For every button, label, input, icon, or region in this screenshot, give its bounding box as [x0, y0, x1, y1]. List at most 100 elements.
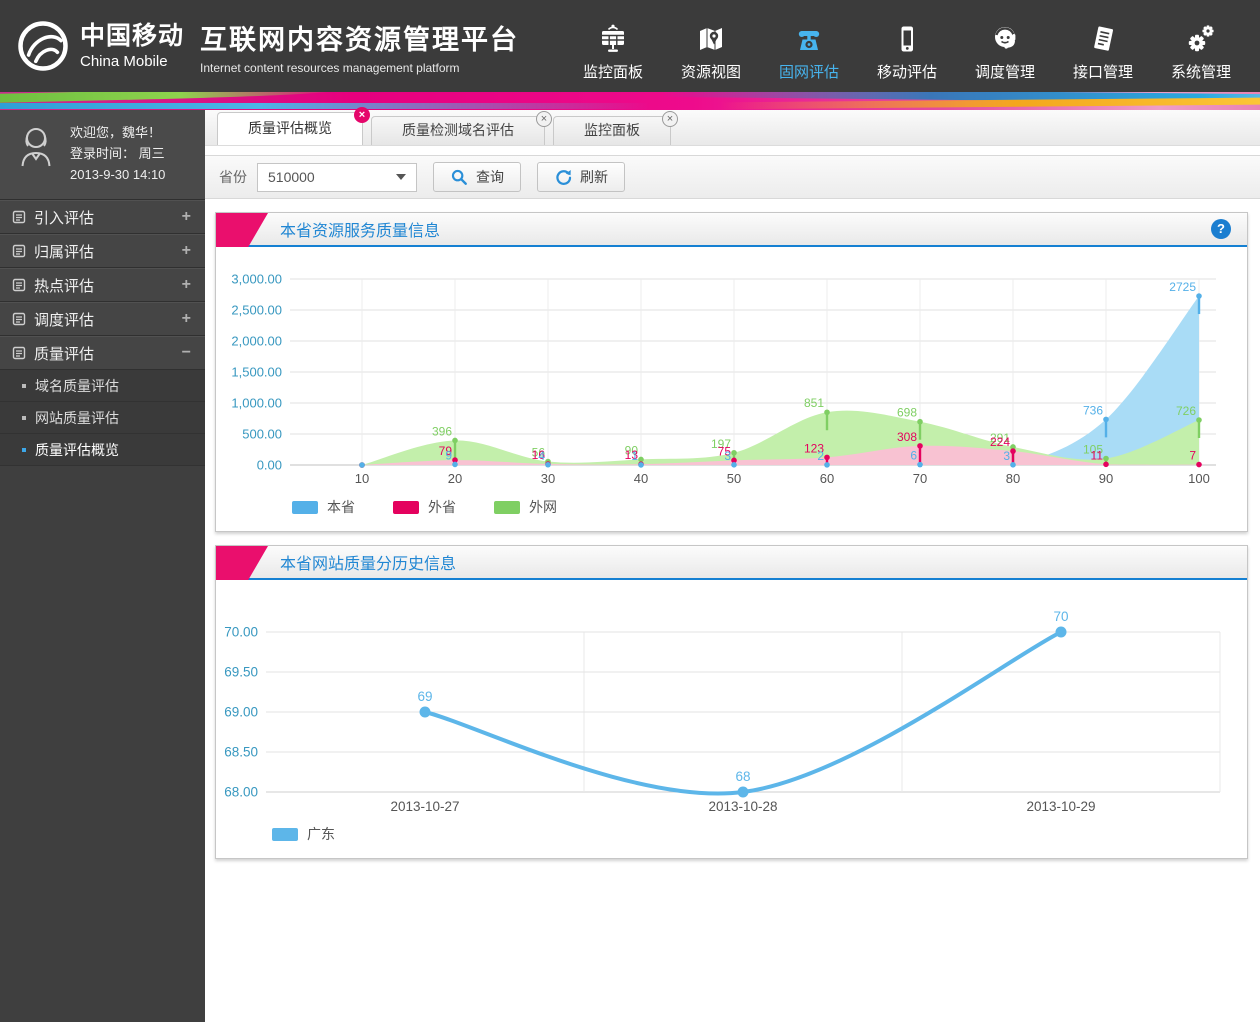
gears-icon — [1188, 24, 1214, 51]
nav-item-monitor-panel[interactable]: 监控面板 — [564, 11, 662, 82]
document-icon — [12, 346, 26, 360]
expand-plus-icon[interactable]: + — [182, 310, 191, 328]
telephone-icon — [798, 30, 820, 50]
svg-text:90: 90 — [1099, 471, 1113, 486]
sidebar-item-hotspot-eval[interactable]: 热点评估 + — [0, 268, 205, 302]
svg-text:70: 70 — [913, 471, 927, 486]
svg-text:224: 224 — [990, 435, 1010, 449]
nav-item-system-management[interactable]: 系统管理 — [1152, 11, 1250, 82]
nav-item-dispatch-management[interactable]: 调度管理 — [956, 11, 1054, 82]
svg-text:3,000.00: 3,000.00 — [231, 272, 282, 287]
svg-text:1,500.00: 1,500.00 — [231, 365, 282, 380]
svg-text:70: 70 — [1053, 609, 1068, 624]
line-chart-website-quality-history: 70.00 69.50 69.00 68.50 68.00 2013-10-27 2013-… — [224, 609, 1221, 814]
svg-text:2,500.00: 2,500.00 — [231, 303, 282, 318]
sidebar-item-label: 归属评估 — [34, 243, 95, 261]
legend-item-guangdong[interactable]: 广东 — [272, 824, 335, 844]
svg-text:80: 80 — [1006, 471, 1020, 486]
sidebar-subitem-quality-eval-overview[interactable]: 质量评估概览 — [0, 434, 205, 466]
sidebar-subitem-label: 质量评估概览 — [35, 441, 119, 458]
tab-monitor-panel[interactable]: 监控面板 × — [553, 111, 678, 145]
bullet-icon — [22, 415, 26, 420]
brand-text: 中国移动 China Mobile — [80, 21, 185, 69]
application-window: 中国移动 China Mobile 互联网内容资源管理平台 Internet c… — [0, 0, 1260, 1022]
top-navigation: 监控面板 资源视图 固网评估 移动评估 调度管理 接口管理 系统管理 — [564, 11, 1250, 82]
svg-text:69.00: 69.00 — [224, 705, 258, 720]
sidebar-subitem-website-quality-eval[interactable]: 网站质量评估 — [0, 402, 205, 434]
svg-text:68: 68 — [735, 769, 750, 784]
svg-text:736: 736 — [1083, 403, 1103, 417]
legend-item-other-province[interactable]: 外省 — [393, 497, 456, 517]
nav-item-fixed-network-eval[interactable]: 固网评估 — [760, 11, 858, 82]
sidebar-item-import-eval[interactable]: 引入评估 + — [0, 200, 205, 234]
nav-label: 接口管理 — [1072, 63, 1133, 81]
tab-quality-detect-domain-eval[interactable]: 质量检测域名评估 × — [371, 111, 552, 145]
nav-label: 固网评估 — [778, 63, 839, 81]
brand-name-cn: 中国移动 — [80, 21, 185, 50]
svg-text:500.00: 500.00 — [242, 427, 282, 442]
expand-plus-icon[interactable]: + — [182, 276, 191, 294]
sidebar-item-dispatch-eval[interactable]: 调度评估 + — [0, 302, 205, 336]
svg-text:2: 2 — [817, 449, 824, 463]
panel-resource-service-quality: 本省资源服务质量信息 ? 3,000.00 2,500.00 2,000.00 1,5… — [215, 212, 1248, 532]
svg-text:6: 6 — [910, 449, 917, 463]
refresh-button-label: 刷新 — [580, 169, 608, 185]
tab-close-icon[interactable]: × — [662, 111, 678, 127]
panel-header: 本省网站质量分历史信息 — [216, 546, 1247, 580]
decorative-ribbon-stripe — [0, 92, 1260, 110]
svg-text:0.00: 0.00 — [257, 458, 282, 473]
legend-item-local-province[interactable]: 本省 — [292, 497, 355, 517]
expand-plus-icon[interactable]: + — [182, 208, 191, 226]
bullet-icon — [22, 447, 26, 452]
panel-title: 本省资源服务质量信息 — [280, 223, 441, 240]
legend-item-external-network[interactable]: 外网 — [494, 497, 557, 517]
expand-plus-icon[interactable]: + — [182, 242, 191, 260]
svg-text:20: 20 — [448, 471, 462, 486]
app-header: 中国移动 China Mobile 互联网内容资源管理平台 Internet c… — [0, 0, 1260, 92]
svg-text:2725: 2725 — [1169, 280, 1196, 294]
tab-label: 监控面板 — [584, 122, 640, 138]
page-title: 互联网内容资源管理平台 — [200, 24, 520, 55]
chart-legend: 广东 — [216, 820, 1247, 852]
interface-document-icon — [1094, 26, 1113, 51]
collapse-minus-icon[interactable]: − — [182, 344, 191, 362]
legend-label: 外网 — [529, 499, 557, 515]
search-button[interactable]: 查询 — [433, 162, 521, 192]
sidebar-item-label: 引入评估 — [34, 209, 95, 227]
sidebar-subitem-label: 网站质量评估 — [35, 409, 119, 426]
sidebar-item-attribution-eval[interactable]: 归属评估 + — [0, 234, 205, 268]
sidebar-subitem-domain-quality-eval[interactable]: 域名质量评估 — [0, 370, 205, 402]
document-icon — [12, 210, 26, 224]
ribbon-blue-left — [0, 103, 650, 109]
refresh-button[interactable]: 刷新 — [537, 162, 625, 192]
sidebar-item-quality-eval[interactable]: 质量评估 − — [0, 336, 205, 370]
sidebar-item-label: 质量评估 — [34, 345, 95, 363]
panel-title: 本省网站质量分历史信息 — [280, 556, 457, 573]
login-time-text: 登录时间： 周三 — [70, 146, 165, 161]
panel-header: 本省资源服务质量信息 ? — [216, 213, 1247, 247]
tab-close-icon[interactable]: × — [354, 107, 370, 123]
svg-text:3: 3 — [724, 449, 731, 463]
svg-text:2013-10-29: 2013-10-29 — [1026, 799, 1095, 814]
svg-text:30: 30 — [541, 471, 555, 486]
svg-text:69: 69 — [417, 689, 432, 704]
nav-item-resource-view[interactable]: 资源视图 — [662, 11, 760, 82]
nav-item-interface-management[interactable]: 接口管理 — [1054, 11, 1152, 82]
filter-bar: 省份 510000 查询 刷新 — [205, 155, 1260, 199]
search-icon — [451, 169, 467, 185]
welcome-text: 欢迎您，魏华！ — [70, 125, 162, 140]
svg-text:70.00: 70.00 — [224, 625, 258, 640]
tab-quality-eval-overview[interactable]: 质量评估概览 × — [217, 107, 370, 145]
document-icon — [12, 312, 26, 326]
search-button-label: 查询 — [476, 169, 504, 185]
tab-close-icon[interactable]: × — [536, 111, 552, 127]
nav-label: 监控面板 — [582, 63, 643, 81]
area-chart-resource-quality: 3,000.00 2,500.00 2,000.00 1,500.00 1,000.00… — [231, 272, 1216, 486]
province-select[interactable]: 510000 — [257, 162, 417, 192]
help-icon[interactable]: ? — [1211, 219, 1231, 239]
refresh-icon — [556, 169, 572, 185]
nav-item-mobile-eval[interactable]: 移动评估 — [858, 11, 956, 82]
tab-label: 质量评估概览 — [248, 120, 332, 136]
svg-text:69.50: 69.50 — [224, 665, 258, 680]
svg-text:40: 40 — [634, 471, 648, 486]
